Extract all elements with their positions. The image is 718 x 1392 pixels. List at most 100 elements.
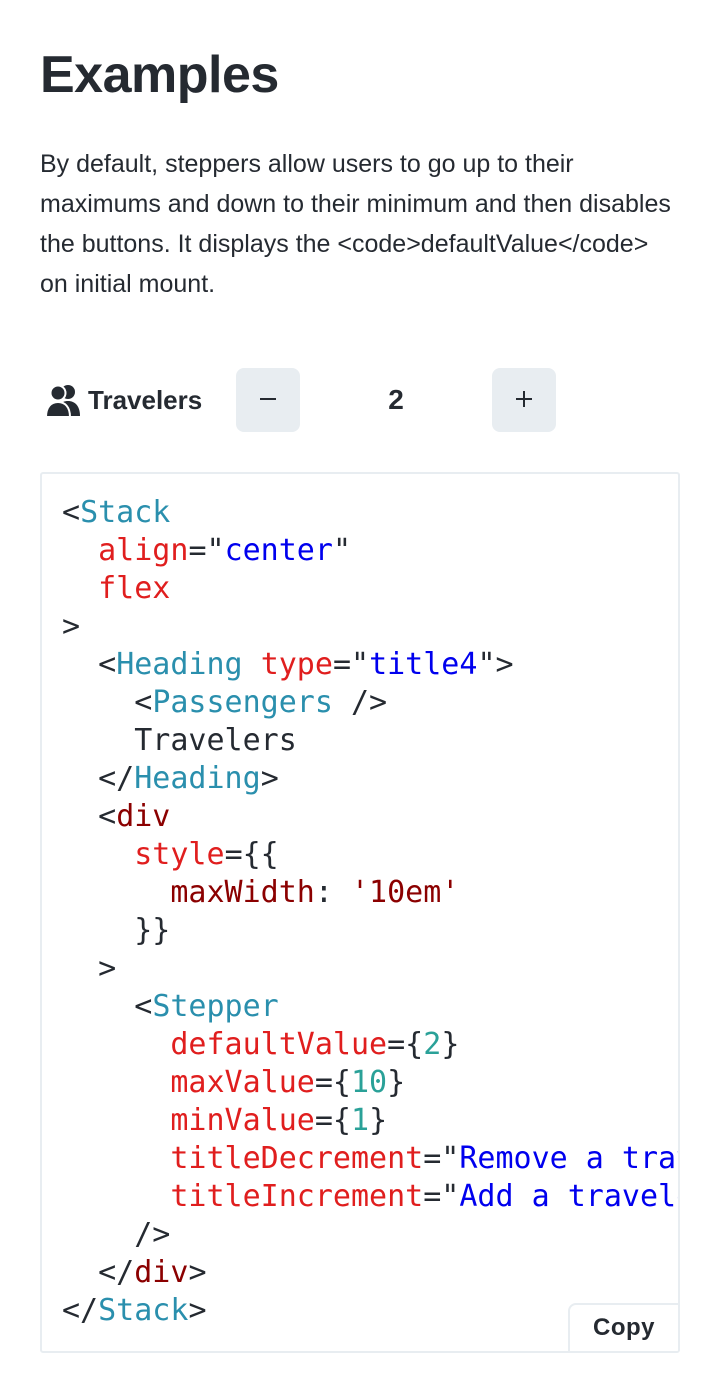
code-token: }}: [62, 913, 171, 948]
code-token: Travelers: [62, 723, 297, 758]
code-text: <Stack align="center" flex > <Heading typ…: [62, 494, 678, 1330]
code-line: maxValue={10}: [62, 1064, 678, 1102]
code-token: div: [116, 799, 171, 834]
code-line: maxWidth: '10em': [62, 874, 678, 912]
code-token: Passengers: [152, 685, 333, 720]
code-line: </div>: [62, 1254, 678, 1292]
code-token: style: [134, 837, 225, 872]
decrement-button[interactable]: [236, 368, 300, 432]
passengers-icon: [44, 380, 84, 420]
code-line: }}: [62, 912, 678, 950]
code-token: >: [188, 1293, 207, 1328]
code-token: </: [62, 761, 135, 796]
code-token: >: [260, 761, 279, 796]
code-line: minValue={1}: [62, 1102, 678, 1140]
code-line: titleIncrement="Add a traveler": [62, 1178, 678, 1216]
code-token: 2: [423, 1027, 442, 1062]
demo-heading: Travelers: [44, 368, 202, 432]
code-token: </: [62, 1255, 135, 1290]
code-token: }: [441, 1027, 460, 1062]
code-line: <Stepper: [62, 988, 678, 1026]
code-token: <: [62, 685, 153, 720]
increment-button[interactable]: [492, 368, 556, 432]
code-token: </: [62, 1293, 99, 1328]
code-line: <Passengers />: [62, 684, 678, 722]
code-line: <Heading type="title4">: [62, 646, 678, 684]
code-token: title4: [369, 647, 478, 682]
code-token: =": [423, 1141, 460, 1176]
code-token: flex: [98, 571, 171, 606]
code-token: Remove a traveler: [459, 1141, 678, 1176]
code-line: <Stack: [62, 494, 678, 532]
code-token: =": [423, 1179, 460, 1214]
code-token: Heading: [116, 647, 243, 682]
code-line: titleDecrement="Remove a traveler": [62, 1140, 678, 1178]
code-token: 10: [351, 1065, 388, 1100]
code-token: 1: [351, 1103, 370, 1138]
code-token: ={: [314, 1065, 351, 1100]
stepper-value-input[interactable]: [300, 368, 492, 432]
code-token: <: [62, 495, 81, 530]
code-token: <: [62, 799, 117, 834]
travelers-stepper: [236, 368, 556, 432]
code-token: <: [62, 647, 117, 682]
code-token: />: [332, 685, 388, 720]
code-token: ={{: [224, 837, 279, 872]
code-token: Add a traveler: [459, 1179, 678, 1214]
code-line: <div: [62, 798, 678, 836]
code-token: ={: [314, 1103, 351, 1138]
code-token: '10em': [351, 875, 460, 910]
code-token: minValue: [170, 1103, 315, 1138]
code-token: >: [62, 609, 81, 644]
plus-icon: [514, 389, 534, 412]
demo-heading-label: Travelers: [88, 384, 203, 415]
code-token: ">: [477, 647, 514, 682]
code-token: Heading: [134, 761, 261, 796]
code-token: titleDecrement: [170, 1141, 424, 1176]
code-token: defaultValue: [170, 1027, 388, 1062]
code-line: Travelers: [62, 722, 678, 760]
code-line: />: [62, 1216, 678, 1254]
code-token: >: [188, 1255, 207, 1290]
code-token: maxWidth: [170, 875, 315, 910]
code-token: Stack: [80, 495, 171, 530]
page-title: Examples: [40, 46, 279, 104]
demo-preview: Travelers: [40, 368, 680, 432]
code-token: maxValue: [170, 1065, 315, 1100]
code-line: style={{: [62, 836, 678, 874]
code-example: <Stack align="center" flex > <Heading typ…: [40, 472, 680, 1353]
code-token: >: [62, 951, 117, 986]
code-line: align="center": [62, 532, 678, 570]
code-token: =": [332, 647, 370, 682]
code-token: =": [188, 533, 225, 568]
code-token: Stepper: [152, 989, 279, 1024]
code-token: />: [62, 1217, 171, 1252]
code-token: <: [62, 989, 153, 1024]
code-token: ": [332, 533, 351, 568]
copy-button[interactable]: Copy: [568, 1303, 678, 1351]
code-token: ={: [387, 1027, 424, 1062]
code-line: </Heading>: [62, 760, 678, 798]
code-token: type: [260, 647, 333, 682]
code-token: align: [98, 533, 189, 568]
code-token: }: [387, 1065, 406, 1100]
code-line: flex: [62, 570, 678, 608]
code-token: center: [224, 533, 333, 568]
code-line: defaultValue={2}: [62, 1026, 678, 1064]
code-line: >: [62, 950, 678, 988]
section-description: By default, steppers allow users to go u…: [40, 150, 671, 298]
code-token: }: [369, 1103, 388, 1138]
code-line: >: [62, 608, 678, 646]
minus-icon: [258, 389, 278, 412]
code-token: :: [314, 875, 351, 910]
